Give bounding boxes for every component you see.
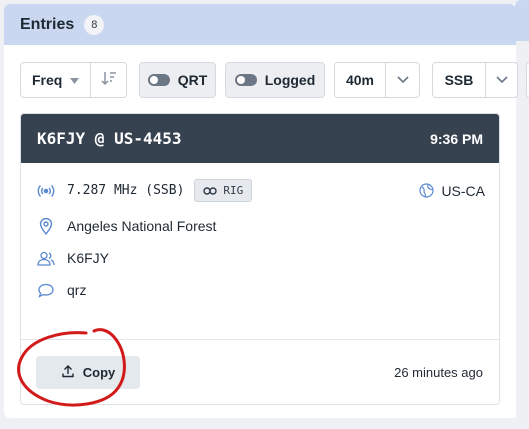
qrt-toggle[interactable]: QRT bbox=[139, 62, 216, 98]
sort-select[interactable]: Freq bbox=[20, 62, 127, 98]
sort-descending-icon bbox=[100, 69, 118, 92]
panel-gutter bbox=[516, 41, 529, 429]
entries-count-badge: 8 bbox=[84, 14, 105, 35]
logged-toggle[interactable]: Logged bbox=[225, 62, 325, 98]
band-select-label: 40m bbox=[345, 72, 375, 88]
spot-card: K6FJY @ US-4453 9:36 PM 7.287 MHz (SSB) … bbox=[20, 113, 500, 405]
chevron-down-icon bbox=[495, 71, 508, 89]
park-row: Angeles National Forest bbox=[37, 217, 216, 235]
frequency-row: 7.287 MHz (SSB) RIG US-CA bbox=[37, 179, 485, 202]
upload-arrow-icon bbox=[61, 364, 75, 381]
card-divider bbox=[21, 339, 499, 340]
location-region: US-CA bbox=[417, 182, 485, 200]
mode-select-label: SSB bbox=[444, 72, 474, 88]
copy-button-label: Copy bbox=[82, 365, 116, 380]
location-code: US-CA bbox=[441, 182, 485, 199]
band-select-toggle[interactable] bbox=[385, 63, 419, 97]
panel-header: Entries 8 bbox=[4, 4, 516, 45]
panel-title: Entries bbox=[20, 15, 75, 33]
toggle-switch-icon bbox=[234, 74, 257, 86]
filter-toolbar: Freq QRT Logged 40m SSB bbox=[20, 62, 529, 98]
chat-bubble-icon bbox=[37, 281, 55, 299]
sort-select-label: Freq bbox=[31, 72, 63, 88]
link-icon bbox=[203, 182, 218, 200]
sort-direction-button[interactable] bbox=[90, 63, 126, 97]
frequency-value: 7.287 MHz (SSB) bbox=[67, 183, 185, 198]
rig-tag-button[interactable]: RIG bbox=[194, 179, 253, 202]
qrt-toggle-label: QRT bbox=[177, 72, 208, 88]
activator-row: K6FJY bbox=[37, 249, 109, 267]
chevron-down-icon bbox=[396, 71, 409, 89]
activator-callsign: K6FJY bbox=[67, 250, 110, 266]
park-name: Angeles National Forest bbox=[67, 218, 217, 234]
users-icon bbox=[37, 249, 55, 267]
mode-select[interactable]: SSB bbox=[432, 62, 518, 98]
spot-time: 9:36 PM bbox=[430, 130, 483, 147]
copy-button[interactable]: Copy bbox=[36, 356, 140, 389]
spotted-ago: 26 minutes ago bbox=[394, 365, 483, 380]
radio-waves-icon bbox=[37, 182, 55, 200]
comment-text: qrz bbox=[67, 282, 87, 298]
logged-toggle-label: Logged bbox=[264, 72, 316, 88]
caret-down-icon bbox=[70, 71, 80, 89]
next-panel-header bbox=[515, 0, 529, 41]
spot-card-header: K6FJY @ US-4453 9:36 PM bbox=[21, 114, 499, 163]
band-select[interactable]: 40m bbox=[334, 62, 420, 98]
callsign-reference[interactable]: K6FJY @ US-4453 bbox=[37, 129, 182, 148]
toggle-switch-icon bbox=[147, 74, 170, 86]
rig-tag-label: RIG bbox=[223, 184, 244, 197]
globe-icon bbox=[417, 182, 435, 200]
map-pin-icon bbox=[37, 217, 55, 235]
comment-row: qrz bbox=[37, 281, 86, 299]
mode-select-toggle[interactable] bbox=[485, 63, 517, 97]
